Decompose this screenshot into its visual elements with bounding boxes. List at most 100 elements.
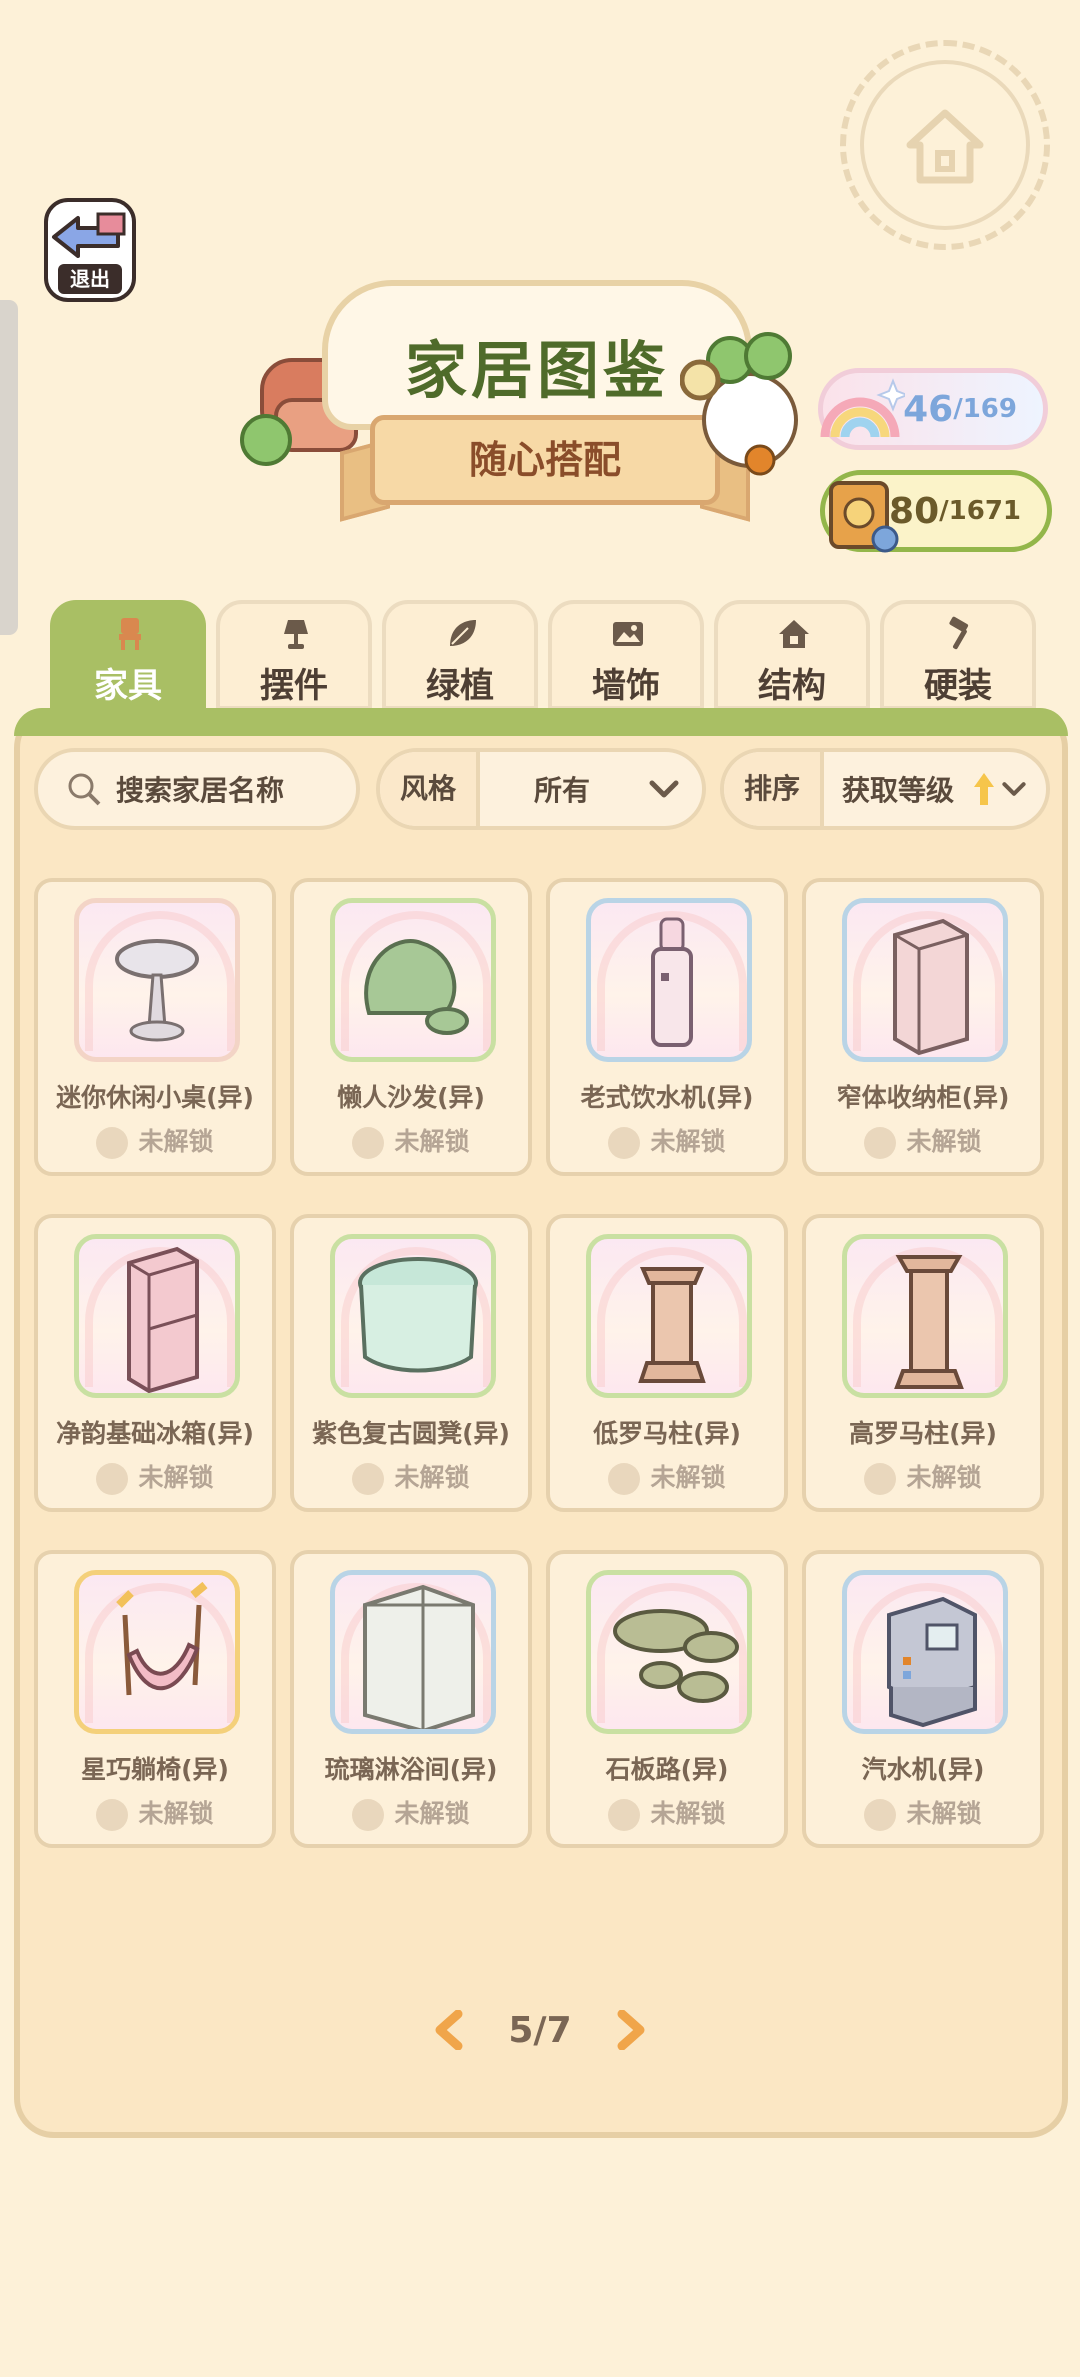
rainbow-total: /169 xyxy=(953,394,1017,424)
style-filter-value: 所有 xyxy=(533,774,590,807)
sort-label: 排序 xyxy=(724,752,824,826)
sort-dropdown[interactable]: 排序 获取等级 xyxy=(720,748,1050,830)
tab-plants[interactable]: 绿植 xyxy=(382,600,538,710)
item-card[interactable]: 石板路(异) 未解锁 xyxy=(546,1550,788,1848)
item-status: 未解锁 xyxy=(806,1794,1040,1831)
tab-furniture[interactable]: 家具 xyxy=(50,600,206,710)
soda-machine-icon xyxy=(887,1596,977,1728)
item-thumbnail xyxy=(842,1234,1008,1398)
tab-label: 绿植 xyxy=(426,666,494,706)
house-icon xyxy=(779,620,809,648)
item-thumbnail xyxy=(586,1570,752,1734)
tab-ornaments[interactable]: 摆件 xyxy=(216,600,372,710)
lock-dot-icon xyxy=(352,1463,385,1495)
lock-dot-icon xyxy=(608,1799,641,1831)
lock-dot-icon xyxy=(864,1127,897,1159)
item-status: 未解锁 xyxy=(38,1122,272,1159)
sort-value: 获取等级 xyxy=(841,774,954,807)
tab-label: 摆件 xyxy=(260,666,328,706)
item-name: 老式饮水机(异) xyxy=(580,1083,754,1112)
back-arrow-icon xyxy=(52,212,126,258)
lock-dot-icon xyxy=(96,1463,129,1495)
rainbow-count: 46 xyxy=(903,388,954,430)
item-name: 汽水机(异) xyxy=(861,1755,985,1784)
edge-handle[interactable] xyxy=(0,300,18,635)
item-thumbnail xyxy=(330,1570,496,1734)
item-card[interactable]: 低罗马柱(异) 未解锁 xyxy=(546,1214,788,1512)
item-thumbnail xyxy=(74,898,240,1062)
title-banner: 家居图鉴 随心搭配 xyxy=(240,270,798,540)
item-card[interactable]: 琉璃淋浴间(异) 未解锁 xyxy=(290,1550,532,1848)
stone-path-icon xyxy=(613,1609,739,1703)
item-name: 窄体收纳柜(异) xyxy=(836,1083,1010,1112)
sort-ascending-icon[interactable] xyxy=(972,771,996,807)
chair-icon xyxy=(119,618,141,650)
bean-bag-icon xyxy=(364,939,469,1035)
item-card[interactable]: 净韵基础冰箱(异) 未解锁 xyxy=(34,1214,276,1512)
item-status: 未解锁 xyxy=(38,1794,272,1831)
tab-label: 墙饰 xyxy=(592,666,660,706)
exit-label: 退出 xyxy=(58,264,122,294)
item-name: 高罗马柱(异) xyxy=(849,1419,997,1448)
chevron-down-icon xyxy=(649,780,679,798)
search-input[interactable]: 搜索家居名称 xyxy=(34,748,360,830)
rainbow-icon xyxy=(820,378,905,438)
item-name: 紫色复古圆凳(异) xyxy=(312,1419,510,1448)
house-stamp-icon xyxy=(840,40,1050,250)
low-column-icon xyxy=(638,1267,706,1383)
item-thumbnail xyxy=(330,898,496,1062)
category-tabs: 家具 摆件 绿植 墙饰 结构 硬装 xyxy=(50,600,1040,710)
item-status: 未解锁 xyxy=(38,1458,272,1495)
panel-top-stripe xyxy=(14,708,1068,736)
item-name: 星巧躺椅(异) xyxy=(81,1755,229,1784)
tab-wall-decor[interactable]: 墙饰 xyxy=(548,600,704,710)
item-card[interactable]: 老式饮水机(异) 未解锁 xyxy=(546,878,788,1176)
item-status: 未解锁 xyxy=(294,1458,528,1495)
item-card[interactable]: 窄体收纳柜(异) 未解锁 xyxy=(802,878,1044,1176)
item-card[interactable]: 迷你休闲小桌(异) 未解锁 xyxy=(34,878,276,1176)
lock-dot-icon xyxy=(96,1799,129,1831)
exit-button[interactable]: 退出 xyxy=(38,192,142,308)
item-card[interactable]: 高罗马柱(异) 未解锁 xyxy=(802,1214,1044,1512)
tab-label: 结构 xyxy=(758,666,826,706)
item-card[interactable]: 星巧躺椅(异) 未解锁 xyxy=(34,1550,276,1848)
book-icon xyxy=(829,481,899,553)
item-card[interactable]: 紫色复古圆凳(异) 未解锁 xyxy=(290,1214,532,1512)
lamp-icon xyxy=(284,620,308,649)
lock-dot-icon xyxy=(352,1799,385,1831)
item-status: 未解锁 xyxy=(550,1794,784,1831)
item-thumbnail xyxy=(74,1570,240,1734)
leaf-icon xyxy=(450,620,476,646)
search-placeholder: 搜索家居名称 xyxy=(116,774,285,807)
picture-icon xyxy=(613,622,643,646)
item-name: 石板路(异) xyxy=(605,1755,729,1784)
item-thumbnail xyxy=(586,1234,752,1398)
item-name: 净韵基础冰箱(异) xyxy=(56,1419,254,1448)
item-thumbnail xyxy=(842,1570,1008,1734)
water-dispenser-icon xyxy=(651,917,693,1047)
page-indicator: 5/7 xyxy=(508,2009,572,2051)
style-filter-dropdown[interactable]: 风格 所有 xyxy=(376,748,706,830)
lock-dot-icon xyxy=(864,1799,897,1831)
item-status: 未解锁 xyxy=(806,1122,1040,1159)
item-thumbnail xyxy=(842,898,1008,1062)
item-card[interactable]: 懒人沙发(异) 未解锁 xyxy=(290,878,532,1176)
page: 退出 家居图鉴 随心搭配 46 /169 580 /1671 家具 摆件 绿植 … xyxy=(0,0,1080,2377)
stool-icon xyxy=(358,1257,478,1373)
pagination: 5/7 xyxy=(430,2000,650,2060)
mascot-icon xyxy=(680,332,798,476)
lock-dot-icon xyxy=(96,1127,129,1159)
chevron-down-icon xyxy=(1002,782,1026,796)
search-icon xyxy=(68,773,101,806)
book-total: /1671 xyxy=(939,496,1021,526)
shower-icon xyxy=(363,1584,475,1729)
next-page-button[interactable] xyxy=(610,2010,650,2050)
tab-structure[interactable]: 结构 xyxy=(714,600,870,710)
style-filter-label: 风格 xyxy=(380,752,480,826)
previous-page-button[interactable] xyxy=(430,2010,470,2050)
tab-hardware[interactable]: 硬装 xyxy=(880,600,1036,710)
rainbow-counter[interactable]: 46 /169 xyxy=(818,368,1048,450)
item-name: 低罗马柱(异) xyxy=(593,1419,741,1448)
book-counter[interactable]: 580 /1671 xyxy=(820,470,1052,553)
item-card[interactable]: 汽水机(异) 未解锁 xyxy=(802,1550,1044,1848)
